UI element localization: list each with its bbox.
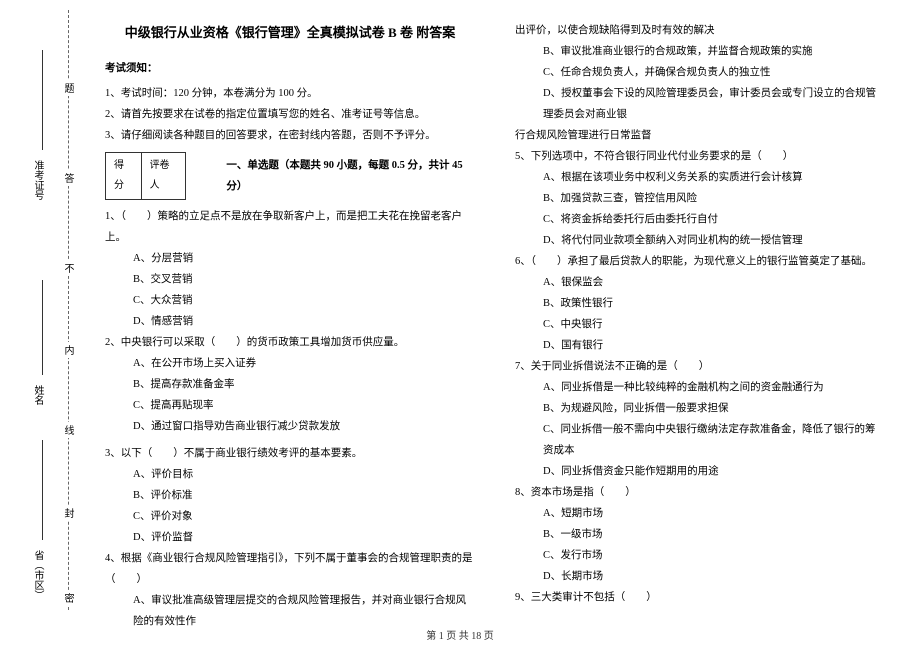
question-option: C、中央银行 [515,314,885,335]
question-option: D、评价监督 [105,527,475,548]
question-option: A、同业拆借是一种比较纯粹的金融机构之间的资金融通行为 [515,377,885,398]
question-option: A、在公开市场上买入证券 [105,353,475,374]
question-option: C、大众营销 [105,290,475,311]
question-option: B、加强贷款三查，管控信用风险 [515,188,885,209]
question-option: A、短期市场 [515,503,885,524]
seal-char-0: 密 [60,590,75,606]
underline-name [42,280,43,375]
question-stem: 3、以下（ ）不属于商业银行绩效考评的基本要素。 [105,443,475,464]
question-option: C、发行市场 [515,545,885,566]
question-stem: 4、根据《商业银行合规风险管理指引》，下列不属于董事会的合规管理职责的是（ ） [105,548,475,590]
underline-ticket [42,50,43,150]
question-option: D、授权董事会下设的风险管理委员会，审计委员会或专门设立的合规管理委员会对商业银 [515,83,885,125]
seal-char-6: 题 [60,80,75,96]
question-option: A、分层营销 [105,248,475,269]
question-option-cont: 出评价，以使合规缺陷得到及时有效的解决 [515,20,885,41]
question-stem: 1、（ ）策略的立足点不是放在争取新客户上，而是把工夫花在挽留老客户上。 [105,206,475,248]
question-stem: 7、关于同业拆借说法不正确的是（ ） [515,356,885,377]
field-province: 省（市区） [30,550,45,600]
question-option: B、交叉营销 [105,269,475,290]
instructions-heading: 考试须知： [105,58,475,79]
question-option: C、评价对象 [105,506,475,527]
instruction-item: 1、考试时间：120 分钟，本卷满分为 100 分。 [105,83,475,104]
page-footer: 第 1 页 共 18 页 [0,627,920,642]
question-option: C、提高再贴现率 [105,395,475,416]
question-stem: 8、资本市场是指（ ） [515,482,885,503]
score-box: 得分 评卷人 [105,152,186,200]
right-column: 出评价，以使合规缺陷得到及时有效的解决 B、审议批准商业银行的合规政策，并监督合… [500,10,900,610]
question-option: D、通过窗口指导劝告商业银行减少贷款发放 [105,416,475,437]
question-option: A、评价目标 [105,464,475,485]
seal-char-2: 线 [60,422,75,438]
question-option: B、政策性银行 [515,293,885,314]
question-option: A、审议批准高级管理层提交的合规风险管理报告，并对商业银行合规风险的有效性作 [105,590,475,632]
question-option: A、银保监会 [515,272,885,293]
field-ticket: 准考证号 [30,160,45,200]
question-option: B、为规避风险，同业拆借一般要求担保 [515,398,885,419]
binding-margin: 省（市区） 姓名 准考证号 密 封 线 内 不 答 题 [20,10,80,610]
seal-char-4: 不 [60,260,75,276]
score-label: 得分 [106,153,142,199]
question-option: D、国有银行 [515,335,885,356]
question-option: A、根据在该项业务中权利义务关系的实质进行会计核算 [515,167,885,188]
question-stem: 6、（ ）承担了最后贷款人的职能，为现代意义上的银行监管奠定了基础。 [515,251,885,272]
question-stem: 5、下列选项中，不符合银行同业代付业务要求的是（ ） [515,146,885,167]
seal-char-3: 内 [60,342,75,358]
question-option: C、同业拆借一般不需向中央银行缴纳法定存款准备金，降低了银行的筹资成本 [515,419,885,461]
question-stem: 9、三大类审计不包括（ ） [515,587,885,608]
field-name: 姓名 [30,385,45,405]
question-option: D、将代付同业款项全额纳入对同业机构的统一授信管理 [515,230,885,251]
question-option: C、将资金拆给委托行后由委托行自付 [515,209,885,230]
question-option: C、任命合规负责人，并确保合规负责人的独立性 [515,62,885,83]
seal-char-1: 封 [60,505,75,521]
question-option: B、评价标准 [105,485,475,506]
question-option: B、提高存款准备金率 [105,374,475,395]
underline-province [42,440,43,540]
section-title: 一、单选题（本题共 90 小题，每题 0.5 分，共计 45 分） [226,155,475,197]
question-option: D、同业拆借资金只能作短期用的用途 [515,461,885,482]
question-stem: 2、中央银行可以采取（ ）的货币政策工具增加货币供应量。 [105,332,475,353]
exam-title: 中级银行从业资格《银行管理》全真模拟试卷 B 卷 附答案 [105,20,475,46]
content-columns: 中级银行从业资格《银行管理》全真模拟试卷 B 卷 附答案 考试须知： 1、考试时… [80,10,900,610]
seal-char-5: 答 [60,170,75,186]
question-option: D、情感营销 [105,311,475,332]
question-option: B、一级市场 [515,524,885,545]
instruction-item: 3、请仔细阅读各种题目的回答要求，在密封线内答题，否则不予评分。 [105,125,475,146]
question-option: D、长期市场 [515,566,885,587]
instruction-item: 2、请首先按要求在试卷的指定位置填写您的姓名、准考证号等信息。 [105,104,475,125]
grader-label: 评卷人 [142,153,186,199]
left-column: 中级银行从业资格《银行管理》全真模拟试卷 B 卷 附答案 考试须知： 1、考试时… [90,10,490,610]
question-option: B、审议批准商业银行的合规政策，并监督合规政策的实施 [515,41,885,62]
question-option-cont: 行合规风险管理进行日常监督 [515,125,885,146]
